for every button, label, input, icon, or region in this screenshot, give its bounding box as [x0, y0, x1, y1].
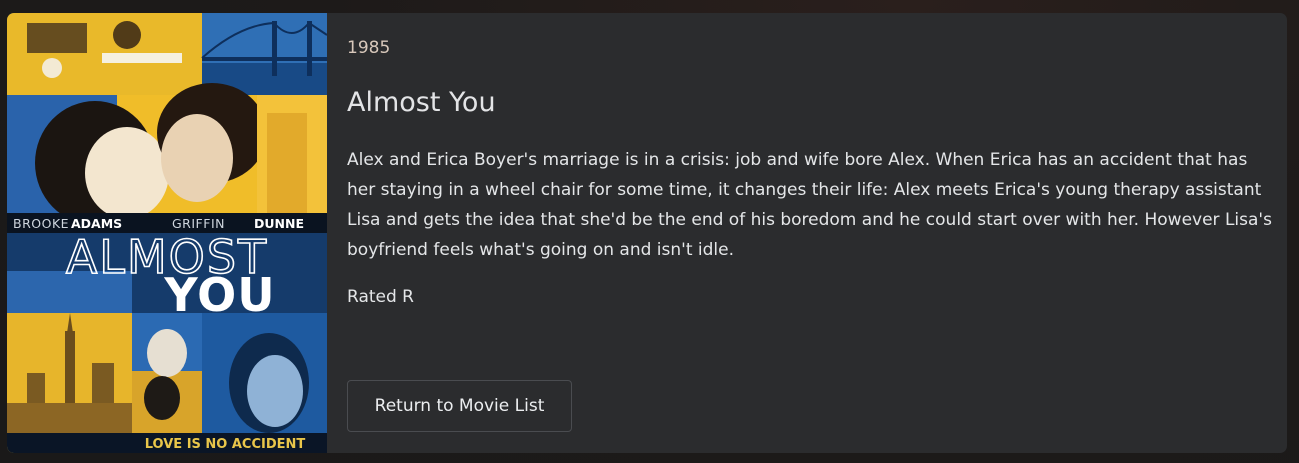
poster-actor-2-first: GRIFFIN [172, 216, 225, 231]
movie-title: Almost You [347, 87, 496, 118]
movie-details: 1985 Almost You Alex and Erica Boyer's m… [347, 13, 1272, 453]
movie-year: 1985 [347, 38, 391, 58]
movie-poster: BROOKE ADAMS GRIFFIN DUNNE ALMOST YOU LO… [7, 13, 327, 453]
poster-actor-1-last: ADAMS [71, 216, 122, 231]
movie-detail-card: BROOKE ADAMS GRIFFIN DUNNE ALMOST YOU LO… [7, 13, 1287, 453]
poster-actor-1-first: BROOKE [13, 216, 69, 231]
movie-synopsis: Alex and Erica Boyer's marriage is in a … [347, 150, 1272, 260]
poster-tagline: LOVE IS NO ACCIDENT [145, 437, 306, 452]
movie-rating: Rated R [347, 287, 414, 307]
poster-actor-2-last: DUNNE [254, 216, 304, 231]
return-to-movie-list-button[interactable]: Return to Movie List [347, 380, 572, 432]
